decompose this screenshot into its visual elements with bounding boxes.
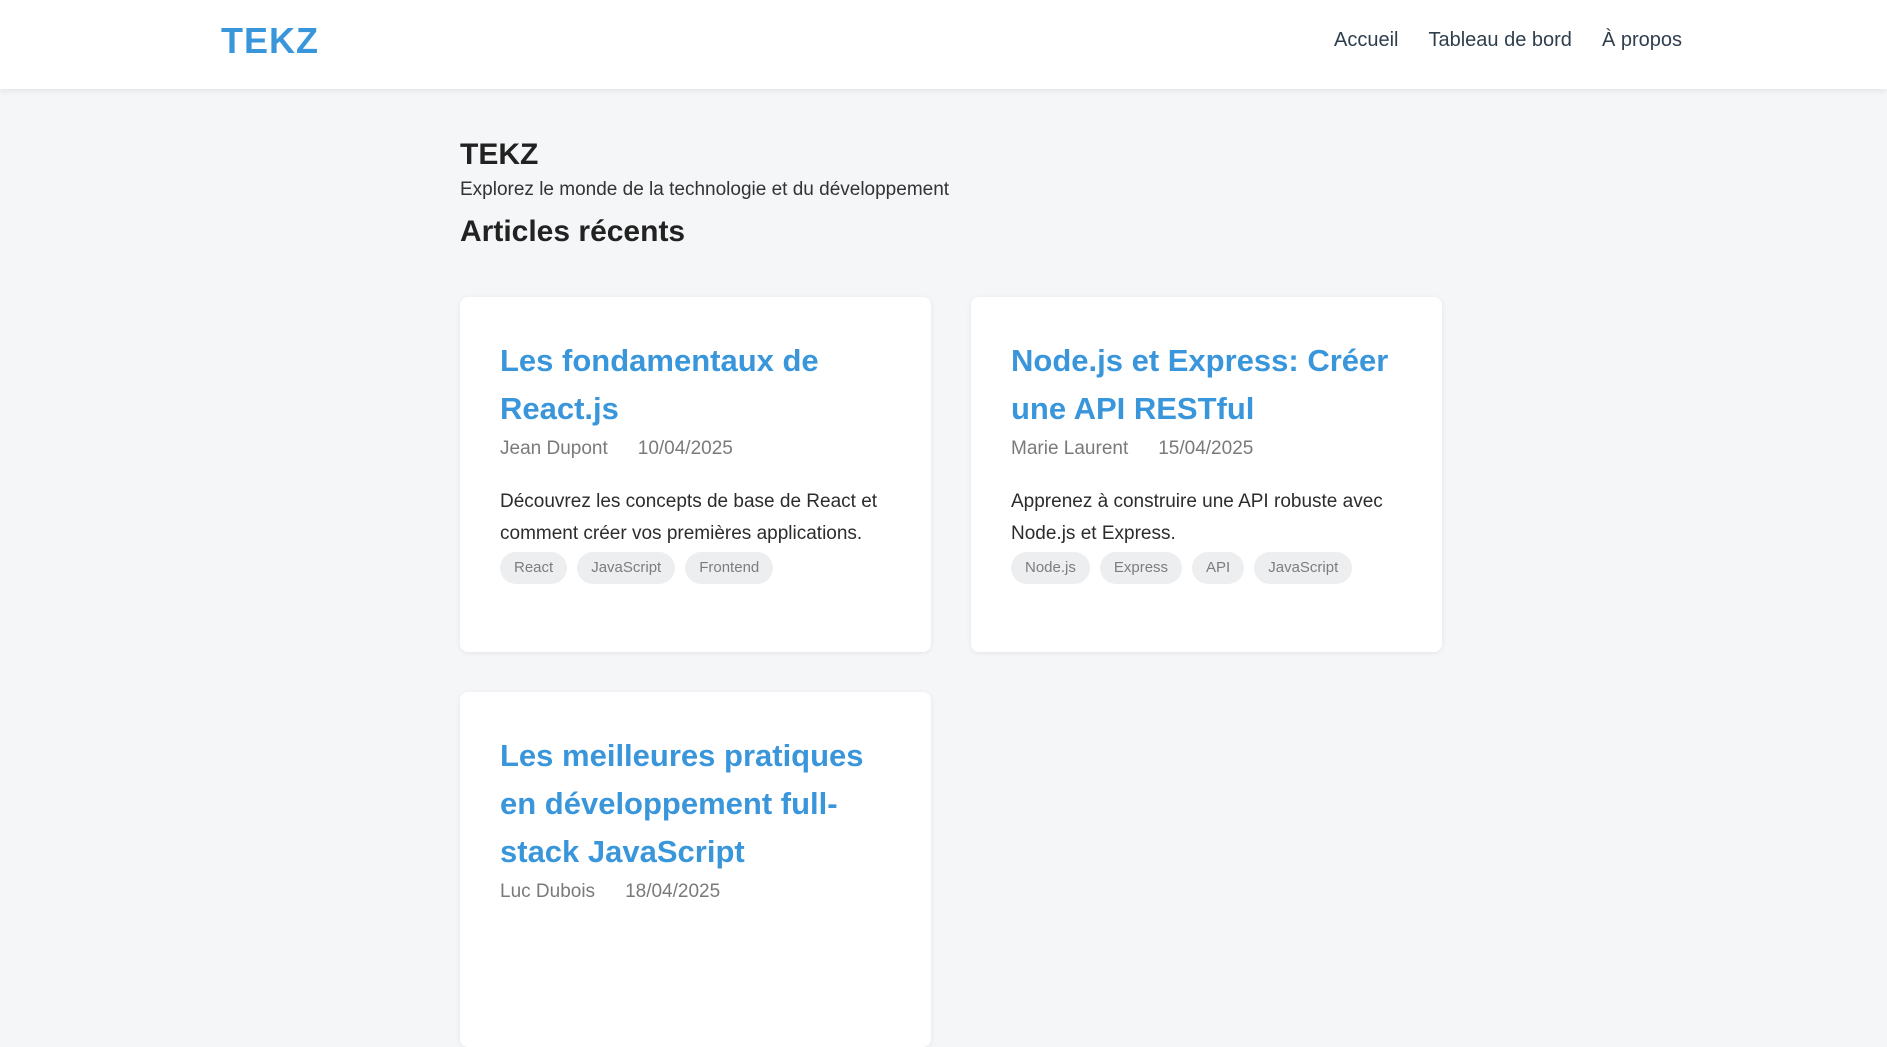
article-date: 18/04/2025 <box>625 881 721 902</box>
nav-link-tableau-de-bord[interactable]: Tableau de bord <box>1428 29 1571 52</box>
page-title: TEKZ <box>460 138 539 171</box>
navbar: TEKZ Accueil Tableau de bord À propos <box>0 0 1887 89</box>
tag[interactable]: React <box>500 552 568 584</box>
article-meta: Marie Laurent 15/04/2025 <box>1011 435 1402 463</box>
tag[interactable]: Node.js <box>1011 552 1090 584</box>
nav-links: Accueil Tableau de bord À propos <box>1334 29 1682 52</box>
nav-link-accueil[interactable]: Accueil <box>1334 29 1398 52</box>
article-card[interactable]: Les fondamentaux de React.js Jean Dupont… <box>460 297 931 652</box>
article-author: Jean Dupont <box>500 438 608 459</box>
article-description: Découvrez les concepts de base de React … <box>500 491 878 544</box>
article-author: Luc Dubois <box>500 881 596 902</box>
page-subtitle: Explorez le monde de la technologie et d… <box>460 179 950 200</box>
section-title: Articles récents <box>460 215 686 248</box>
nav-link-a-propos[interactable]: À propos <box>1602 29 1682 52</box>
article-title[interactable]: Les meilleures pratiques en développemen… <box>500 732 891 876</box>
articles-grid: Les fondamentaux de React.js Jean Dupont… <box>460 297 1442 1047</box>
page-header: TEKZ Explorez le monde de la technologie… <box>460 138 1460 250</box>
tag[interactable]: Frontend <box>685 552 774 584</box>
tag[interactable]: JavaScript <box>577 552 676 584</box>
article-author: Marie Laurent <box>1011 438 1129 459</box>
article-title[interactable]: Les fondamentaux de React.js <box>500 337 891 433</box>
article-card[interactable]: Les meilleures pratiques en développemen… <box>460 692 931 1047</box>
tag[interactable]: Express <box>1099 552 1183 584</box>
article-date: 10/04/2025 <box>637 438 733 459</box>
article-meta: Luc Dubois 18/04/2025 <box>500 878 891 906</box>
article-meta: Jean Dupont 10/04/2025 <box>500 435 891 463</box>
article-date: 15/04/2025 <box>1158 438 1254 459</box>
article-tags: Node.js Express API JavaScript <box>1011 552 1402 584</box>
article-description: Apprenez à construire une API robuste av… <box>1011 491 1383 544</box>
article-title[interactable]: Node.js et Express: Créer une API RESTfu… <box>1011 337 1402 433</box>
site-logo[interactable]: TEKZ <box>221 20 319 62</box>
tag[interactable]: JavaScript <box>1254 552 1353 584</box>
article-tags: React JavaScript Frontend <box>500 552 891 584</box>
tag[interactable]: API <box>1192 552 1245 584</box>
article-card[interactable]: Node.js et Express: Créer une API RESTfu… <box>971 297 1442 652</box>
